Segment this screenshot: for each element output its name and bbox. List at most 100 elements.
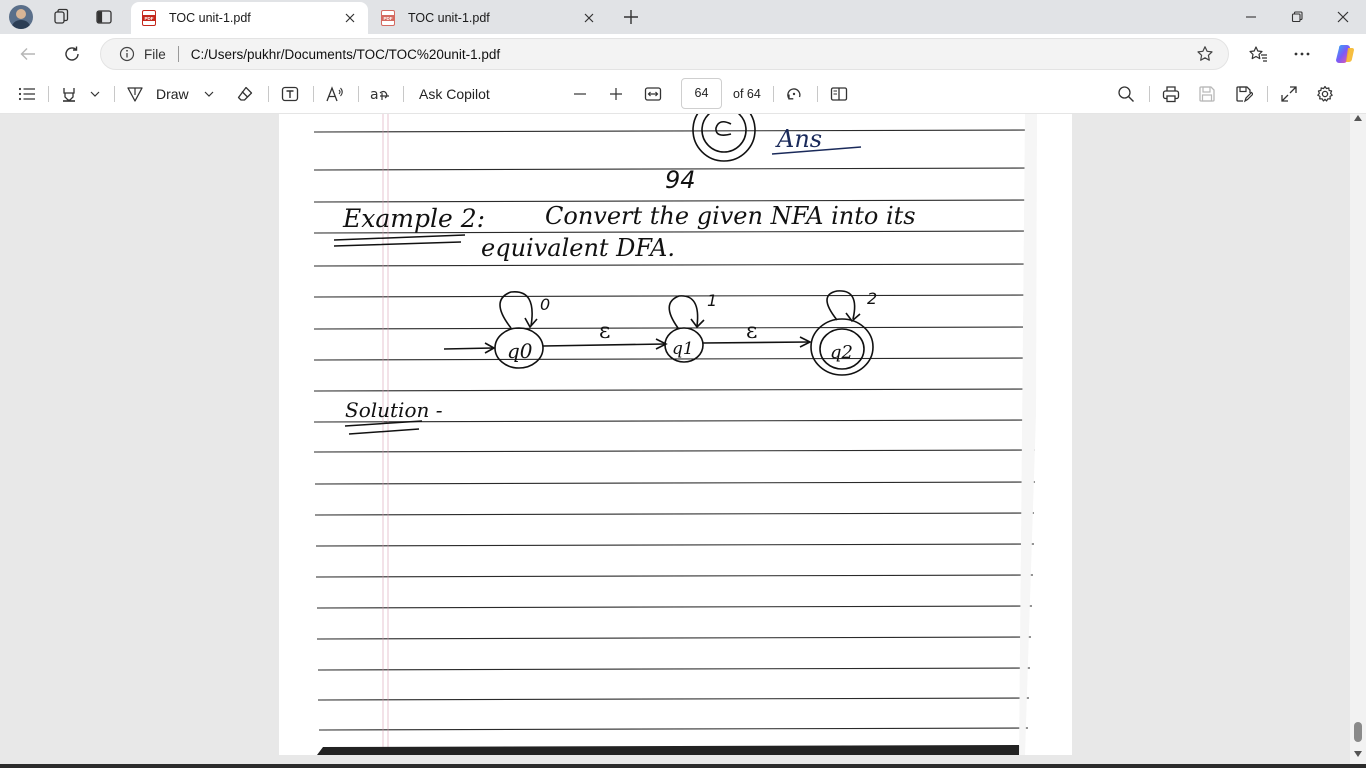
minus-icon: [574, 93, 586, 95]
copilot-button[interactable]: [1323, 34, 1366, 74]
scroll-down-arrow-icon[interactable]: [1353, 750, 1363, 758]
svg-text:a: a: [370, 87, 379, 103]
workspaces-button[interactable]: [47, 3, 77, 31]
site-info-icon[interactable]: [119, 46, 135, 62]
state-q0-label: q0: [507, 339, 533, 363]
chevron-down-icon: [204, 91, 214, 97]
fit-width-icon: [644, 87, 662, 101]
restore-button[interactable]: [1274, 0, 1320, 34]
pdf-viewer[interactable]: Ans 94 Example 2: Convert the given NFA …: [0, 114, 1366, 768]
protocol-label: File: [144, 46, 166, 62]
add-text-button[interactable]: [277, 80, 303, 108]
refresh-button[interactable]: [57, 40, 87, 68]
tab-toc-unit-1[interactable]: PDF TOC unit-1.pdf: [370, 2, 607, 34]
close-window-button[interactable]: [1320, 0, 1366, 34]
print-button[interactable]: [1158, 80, 1184, 108]
toolbar-divider: [114, 86, 115, 102]
toolbar-divider: [773, 86, 774, 102]
save-as-icon: [1236, 86, 1253, 103]
example-heading: Example 2:: [342, 204, 485, 233]
state-q1-label: q1: [672, 339, 694, 359]
loop-label-q1: 1: [707, 291, 717, 310]
restore-icon: [1291, 11, 1303, 23]
draw-dropdown[interactable]: [200, 80, 218, 108]
pen-draw-icon: [127, 87, 143, 102]
vertical-scrollbar[interactable]: [1350, 114, 1366, 764]
zoom-out-button[interactable]: [568, 80, 592, 108]
zoom-in-button[interactable]: [604, 80, 628, 108]
ask-copilot-button[interactable]: Ask Copilot: [412, 80, 498, 108]
settings-more-button[interactable]: [1280, 34, 1323, 74]
rotate-icon: [787, 88, 801, 100]
ask-copilot-label: Ask Copilot: [419, 86, 490, 102]
contents-button[interactable]: [14, 80, 40, 108]
fullscreen-button[interactable]: [1276, 80, 1302, 108]
address-divider: [177, 46, 179, 62]
tab-toc-unit-1-active[interactable]: PDF TOC unit-1.pdf: [131, 2, 368, 34]
toolbar-divider: [1267, 86, 1268, 102]
example-text-line-1: Convert the given NFA into its: [545, 202, 916, 230]
url-text[interactable]: C:/Users/pukhr/Documents/TOC/TOC%20unit-…: [191, 47, 500, 62]
chevron-down-icon: [90, 91, 100, 97]
fit-to-width-button[interactable]: [640, 80, 666, 108]
pdf-file-icon: PDF: [381, 10, 395, 26]
more-icon: [1294, 52, 1309, 56]
back-button[interactable]: [13, 40, 43, 68]
svg-text:PDF: PDF: [145, 16, 154, 21]
close-tab-icon[interactable]: [342, 10, 358, 26]
transition-label-q0-q1: ε: [599, 319, 610, 344]
tab-strip: PDF TOC unit-1.pdf PDF TOC unit-1.pdf: [0, 0, 1366, 34]
profile-avatar[interactable]: [9, 5, 33, 29]
favorites-button[interactable]: [1236, 34, 1279, 74]
toolbar-divider: [358, 86, 359, 102]
save-button[interactable]: [1194, 80, 1220, 108]
highlight-button[interactable]: [58, 80, 80, 108]
refresh-icon: [65, 46, 79, 61]
translate-button[interactable]: a: [366, 80, 394, 108]
favorite-star-icon[interactable]: [1196, 45, 1214, 63]
svg-text:PDF: PDF: [384, 16, 393, 21]
eraser-icon: [237, 86, 253, 101]
scroll-up-arrow-icon[interactable]: [1353, 114, 1363, 122]
page-view-button[interactable]: [826, 80, 852, 108]
taskbar-edge: [0, 764, 1366, 768]
rotate-button[interactable]: [781, 80, 807, 108]
solution-label: Solution -: [345, 398, 443, 422]
handwritten-notebook-page: Ans 94 Example 2: Convert the given NFA …: [313, 114, 1037, 755]
scan-shadow: [317, 745, 1023, 755]
pdf-toolbar: Draw a Ask Copilot 64 of 64: [0, 74, 1366, 114]
tab-title: TOC unit-1.pdf: [169, 11, 251, 25]
read-aloud-button[interactable]: [322, 80, 348, 108]
table-of-contents-icon: [18, 87, 35, 101]
toolbar-divider: [403, 86, 404, 102]
erase-button[interactable]: [232, 80, 258, 108]
draw-label: Draw: [156, 86, 189, 102]
two-page-view-icon: [830, 87, 848, 101]
new-tab-button[interactable]: [617, 5, 645, 29]
printer-icon: [1162, 86, 1180, 103]
pdf-settings-button[interactable]: [1312, 80, 1338, 108]
vertical-tabs-button[interactable]: [89, 3, 119, 31]
plus-icon: [624, 10, 638, 24]
toolbar-divider: [48, 86, 49, 102]
search-icon: [1118, 86, 1134, 102]
minimize-button[interactable]: [1228, 0, 1274, 34]
scrollbar-thumb[interactable]: [1354, 722, 1362, 742]
plus-icon: [610, 88, 622, 100]
find-button[interactable]: [1113, 80, 1139, 108]
save-as-button[interactable]: [1231, 80, 1257, 108]
address-bar-row: File C:/Users/pukhr/Documents/TOC/TOC%20…: [0, 34, 1366, 74]
loop-label-q0: 0: [540, 295, 550, 314]
transition-label-q1-q2: ε: [746, 319, 757, 344]
page-number-input[interactable]: 64: [681, 78, 722, 109]
close-tab-icon[interactable]: [581, 10, 597, 26]
pdf-page: Ans 94 Example 2: Convert the given NFA …: [279, 114, 1072, 755]
highlight-dropdown[interactable]: [86, 80, 104, 108]
translate-icon: a: [370, 87, 389, 103]
save-disk-icon: [1199, 86, 1215, 102]
address-field[interactable]: File C:/Users/pukhr/Documents/TOC/TOC%20…: [100, 38, 1229, 70]
draw-button[interactable]: Draw: [126, 80, 192, 108]
workspaces-icon: [54, 8, 69, 24]
close-icon: [1337, 11, 1349, 23]
transition-q0-q1: [542, 343, 666, 347]
